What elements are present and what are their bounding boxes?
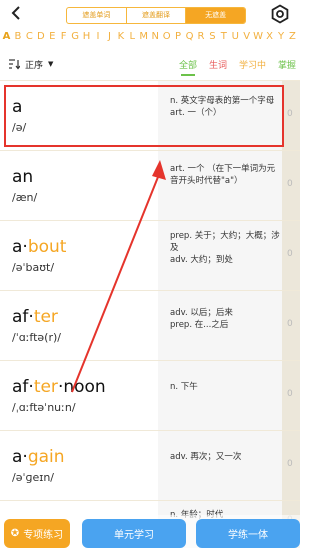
letter-c[interactable]: C [24, 26, 35, 48]
definition: prep. 关于；大约；大概；涉及 adv. 大约；到处 [170, 231, 280, 265]
word-row[interactable]: a·gain /əˈɡeɪn/ adv. 再次；又一次 0 [0, 430, 300, 500]
review-count: 0 [287, 319, 293, 329]
back-arrow-icon[interactable] [8, 4, 26, 22]
letter-f[interactable]: F [58, 26, 69, 48]
letter-k[interactable]: K [115, 26, 126, 48]
letter-x[interactable]: X [264, 26, 275, 48]
word-text: an [12, 167, 34, 187]
review-count: 0 [287, 179, 293, 189]
letter-d[interactable]: D [35, 26, 46, 48]
tab-new-words[interactable]: 生词 [209, 58, 227, 71]
segment-cover-word[interactable]: 遮盖单词 [67, 8, 127, 23]
letter-z[interactable]: Z [287, 26, 298, 48]
sort-order-dropdown[interactable]: 正序 ▼ [8, 53, 53, 75]
phonetic: /ˌɑːftəˈnuːn/ [12, 401, 76, 414]
review-count: 0 [287, 109, 293, 119]
dropdown-caret-icon: ▼ [48, 60, 54, 68]
word-row[interactable]: af·ter·noon /ˌɑːftəˈnuːn/ n. 下午 0 [0, 360, 300, 430]
letter-n[interactable]: N [150, 26, 161, 48]
letter-v[interactable]: V [241, 26, 252, 48]
word-row[interactable]: af·ter /ˈɑːftə(r)/ adv. 以后；后来 prep. 在...… [0, 290, 300, 360]
definition: adv. 以后；后来 prep. 在...之后 [170, 308, 233, 330]
letter-u[interactable]: U [230, 26, 241, 48]
segment-cover-translation[interactable]: 遮盖翻译 [127, 8, 187, 23]
special-practice-icon: ✪ [10, 528, 20, 539]
definition: adv. 再次；又一次 [170, 452, 242, 462]
definition: art. 一个 （在下一单词为元音开头时代替"a"） [170, 164, 276, 186]
letter-a[interactable]: A [1, 26, 12, 48]
letter-t[interactable]: T [218, 26, 229, 48]
alphabet-index: A B C D E F G H I J K L M N O P Q R S T … [0, 26, 300, 48]
cover-mode-segmented-control: 遮盖单词 遮盖翻译 无遮盖 [66, 7, 246, 24]
letter-m[interactable]: M [138, 26, 149, 48]
letter-l[interactable]: L [127, 26, 138, 48]
letter-p[interactable]: P [173, 26, 184, 48]
letter-q[interactable]: Q [184, 26, 195, 48]
tab-all[interactable]: 全部 [179, 58, 197, 76]
word-text: af·ter [12, 307, 58, 327]
gear-icon[interactable] [270, 4, 290, 24]
review-count: 0 [287, 249, 293, 259]
letter-h[interactable]: H [81, 26, 92, 48]
phonetic: /æn/ [12, 191, 38, 204]
letter-b[interactable]: B [12, 26, 23, 48]
sort-icon [9, 59, 20, 70]
status-tabs: 全部 生词 学习中 掌握 [179, 53, 296, 76]
review-count: 0 [287, 389, 293, 399]
letter-g[interactable]: G [70, 26, 81, 48]
segment-no-cover[interactable]: 无遮盖 [186, 8, 245, 23]
review-count: 0 [287, 459, 293, 469]
special-practice-button[interactable]: ✪ 专项练习 [4, 519, 70, 548]
letter-y[interactable]: Y [276, 26, 287, 48]
letter-i[interactable]: I [93, 26, 104, 48]
phonetic: /əˈbaʊt/ [12, 261, 55, 274]
word-row[interactable]: an /æn/ art. 一个 （在下一单词为元音开头时代替"a"） 0 [0, 150, 300, 220]
letter-w[interactable]: W [253, 26, 264, 48]
filter-bar: 正序 ▼ 全部 生词 学习中 掌握 [0, 50, 300, 78]
letter-o[interactable]: O [161, 26, 172, 48]
letter-r[interactable]: R [195, 26, 206, 48]
tab-learning[interactable]: 学习中 [239, 58, 266, 71]
letter-s[interactable]: S [207, 26, 218, 48]
tab-mastered[interactable]: 掌握 [278, 58, 296, 71]
definition: n. 下午 [170, 382, 198, 392]
phonetic: /ˈɑːftə(r)/ [12, 331, 61, 344]
top-bar: 遮盖单词 遮盖翻译 无遮盖 [0, 0, 300, 28]
letter-e[interactable]: E [47, 26, 58, 48]
phonetic: /əˈɡeɪn/ [12, 471, 55, 484]
highlight-box [4, 85, 284, 147]
word-text: af·ter·noon [12, 377, 106, 397]
word-row[interactable]: a·bout /əˈbaʊt/ prep. 关于；大约；大概；涉及 adv. 大… [0, 220, 300, 290]
word-text: a·bout [12, 237, 67, 257]
sort-order-label: 正序 [25, 60, 44, 71]
learn-practice-button[interactable]: 学练一体 [196, 519, 300, 548]
unit-study-button[interactable]: 单元学习 [82, 519, 186, 548]
letter-j[interactable]: J [104, 26, 115, 48]
word-text: a·gain [12, 447, 65, 467]
